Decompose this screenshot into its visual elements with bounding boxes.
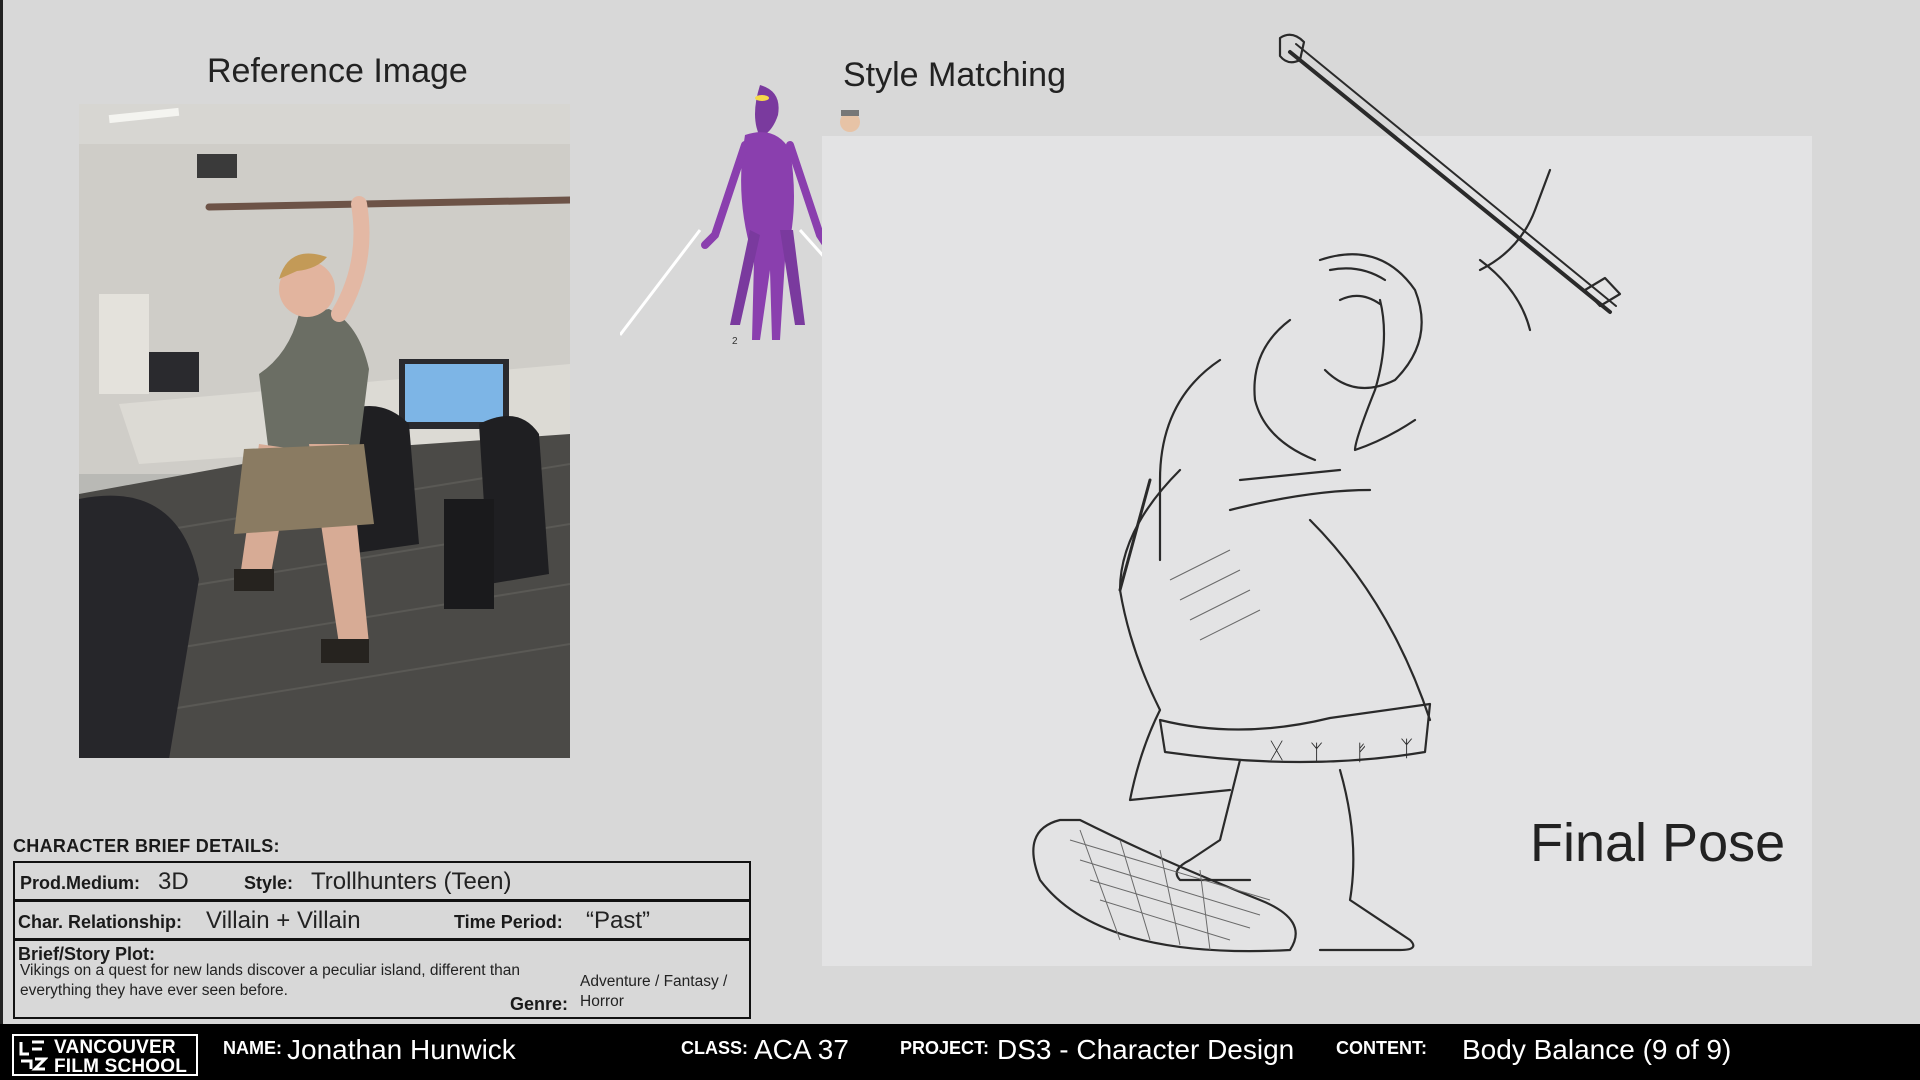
footer-bar: VANCOUVER FILM SCHOOL NAME: Jonathan Hun…	[0, 1024, 1920, 1080]
prod-medium-value: 3D	[158, 868, 189, 895]
rune: ᛉ	[1310, 741, 1323, 766]
plot-line-2: everything they have ever seen before.	[20, 982, 288, 999]
vfs-logo-mark-icon	[19, 1040, 48, 1071]
brief-row-relationship-period: Char. Relationship: Villain + Villain Ti…	[13, 900, 751, 940]
brief-heading: CHARACTER BRIEF DETAILS:	[13, 836, 280, 856]
plot-line-1: Vikings on a quest for new lands discove…	[20, 962, 521, 979]
logo-line-2: FILM SCHOOL	[54, 1056, 188, 1077]
time-period-label: Time Period:	[454, 912, 563, 932]
footer-content-value: Body Balance (9 of 9)	[1462, 1034, 1732, 1065]
footer-project-label: PROJECT:	[900, 1038, 990, 1058]
rune: ᚷ	[1270, 739, 1283, 764]
genre-label: Genre:	[510, 994, 569, 1014]
footer-name-label: NAME:	[223, 1038, 282, 1058]
brief-row-plot: Brief/Story Plot: Vikings on a quest for…	[13, 939, 751, 1019]
style-label: Style:	[244, 873, 294, 893]
rune: ᛉ	[1400, 737, 1413, 762]
relationship-value: Villain + Villain	[206, 907, 361, 934]
footer-class-value: ACA 37	[754, 1034, 849, 1065]
genre-line-2: Horror	[580, 993, 624, 1010]
time-period-value: “Past”	[586, 907, 651, 934]
style-value: Trollhunters (Teen)	[311, 868, 512, 895]
vfs-logo-text: VANCOUVER FILM SCHOOL	[54, 1038, 187, 1076]
relationship-label: Char. Relationship:	[18, 912, 183, 932]
genre-line-1: Adventure / Fantasy /	[580, 973, 728, 990]
rune: ᚠ	[1355, 741, 1368, 766]
final-pose-label: Final Pose	[1530, 813, 1786, 873]
vfs-logo: VANCOUVER FILM SCHOOL	[12, 1034, 198, 1076]
prod-medium-label: Prod.Medium:	[20, 873, 140, 893]
footer-project-value: DS3 - Character Design	[997, 1034, 1295, 1065]
logo-line-1: VANCOUVER	[54, 1037, 176, 1058]
footer-name-value: Jonathan Hunwick	[287, 1034, 516, 1065]
footer-class-label: CLASS:	[681, 1038, 748, 1058]
brief-row-medium-style: Prod.Medium: 3D Style: Trollhunters (Tee…	[13, 861, 751, 901]
footer-content-label: CONTENT:	[1336, 1038, 1427, 1058]
